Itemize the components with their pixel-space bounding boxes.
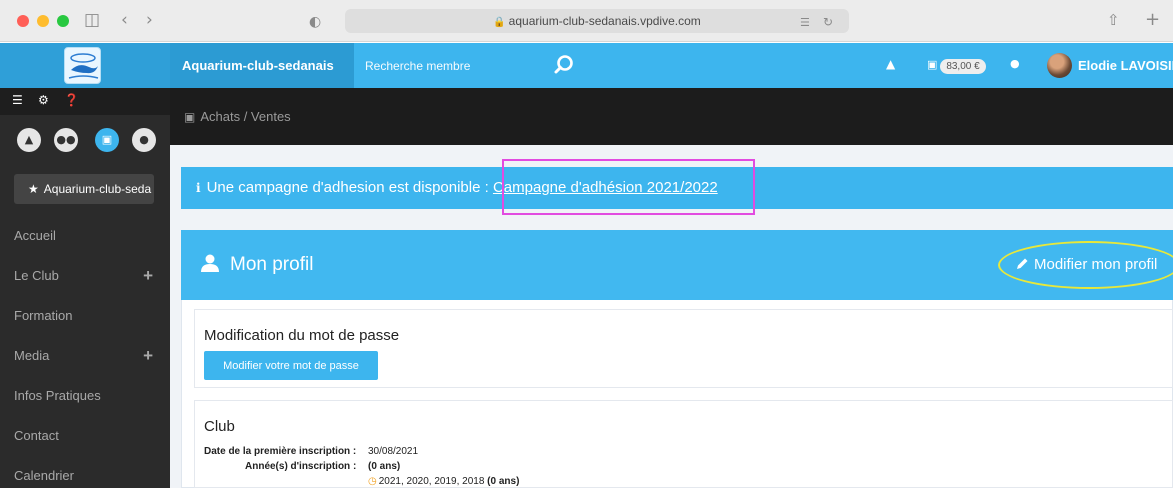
back-icon[interactable]: ‹: [121, 10, 128, 30]
zoom-window-button[interactable]: [57, 15, 69, 27]
help-icon[interactable]: ❓: [64, 93, 79, 107]
address-bar[interactable]: 🔒 aquarium-club-sedanais.vpdive.com ☰ ↻: [345, 9, 849, 33]
first-registration-value: 30/08/2021: [368, 446, 419, 457]
lock-icon: 🔒: [493, 17, 506, 28]
first-registration-label: Date de la première inscription :: [204, 446, 357, 457]
alert-text: Une campagne d'adhesion est disponible :: [206, 179, 489, 196]
club-button[interactable]: ★ Aquarium-club-seda: [14, 174, 154, 204]
gear-icon[interactable]: ⚙: [38, 93, 49, 107]
messages-icon[interactable]: ●: [1010, 57, 1020, 70]
sidebar: ☰ ⚙ ❓ ▲ ●● ▣ ● ★ Aquarium-club-seda Accue…: [0, 88, 170, 488]
sidebar-toggle-icon[interactable]: ◫: [84, 10, 100, 30]
password-section-title: Modification du mot de passe: [204, 327, 400, 344]
sidebar-item-le-club[interactable]: Le Club +: [0, 256, 170, 296]
registration-years-list: ◷ 2021, 2020, 2019, 2018 (0 ans): [368, 476, 520, 487]
privacy-shield-icon[interactable]: ◐: [309, 12, 321, 32]
forward-icon[interactable]: ›: [146, 10, 153, 30]
sidebar-item-media[interactable]: Media +: [0, 336, 170, 376]
sidebar-item-calendrier[interactable]: Calendrier: [0, 456, 170, 488]
highlight-rectangle: [502, 159, 755, 215]
info-icon: i: [196, 181, 201, 195]
avatar[interactable]: [1047, 53, 1072, 78]
user-name[interactable]: Elodie LAVOISIER: [1078, 43, 1173, 88]
breadcrumb: ▣ Achats / Ventes: [170, 88, 1173, 145]
minimize-window-button[interactable]: [37, 15, 49, 27]
cart-icon: ▣: [184, 110, 196, 124]
sidebar-chat-icon[interactable]: ●: [132, 128, 156, 152]
club-section-title: Club: [204, 418, 235, 435]
highlight-ellipse: [998, 241, 1173, 289]
url-text: aquarium-club-sedanais.vpdive.com: [508, 14, 701, 28]
clock-icon: ◷: [368, 476, 377, 487]
club-card: [194, 400, 1173, 488]
cart-icon[interactable]: ▣: [927, 58, 937, 71]
browser-toolbar: ◫ ‹ › ◐ 🔒 aquarium-club-sedanais.vpdive.c…: [0, 0, 1173, 42]
share-icon[interactable]: ⇧: [1107, 10, 1120, 30]
reload-icon[interactable]: ↻: [823, 12, 833, 32]
sidebar-bell-icon[interactable]: ▲: [17, 128, 41, 152]
notifications-bell-icon[interactable]: ▲: [886, 57, 895, 71]
profile-title: Mon profil: [200, 250, 313, 280]
sidebar-members-icon[interactable]: ●●: [54, 128, 78, 152]
expand-plus-icon[interactable]: +: [143, 256, 153, 296]
top-navbar: Aquarium-club-sedanais ▲ ▣ 83,00 € ● Elo…: [0, 43, 1173, 88]
member-search-input[interactable]: [355, 43, 580, 88]
sidebar-item-infos-pratiques[interactable]: Infos Pratiques: [0, 376, 170, 416]
registration-years-label: Année(s) d'inscription :: [245, 461, 357, 472]
logo-area: [0, 43, 170, 88]
sidebar-item-contact[interactable]: Contact: [0, 416, 170, 456]
sidebar-toolbar: ☰ ⚙ ❓: [0, 88, 170, 115]
close-window-button[interactable]: [17, 15, 29, 27]
brand-link[interactable]: Aquarium-club-sedanais: [170, 43, 354, 88]
cart-amount-badge[interactable]: 83,00 €: [940, 59, 986, 74]
sidebar-item-accueil[interactable]: Accueil: [0, 216, 170, 256]
club-logo[interactable]: [64, 47, 101, 84]
page-title: Achats / Ventes: [200, 109, 291, 124]
menu-icon[interactable]: ☰: [12, 93, 23, 107]
sidebar-item-formation[interactable]: Formation: [0, 296, 170, 336]
translate-icon[interactable]: ☰: [800, 13, 810, 33]
user-icon: [201, 254, 219, 272]
new-tab-icon[interactable]: +: [1145, 10, 1160, 30]
change-password-button[interactable]: Modifier votre mot de passe: [204, 351, 378, 380]
expand-plus-icon[interactable]: +: [143, 336, 153, 376]
sidebar-cart-icon[interactable]: ▣: [95, 128, 119, 152]
search-icon[interactable]: [553, 54, 575, 76]
star-icon: ★: [28, 182, 39, 196]
registration-years-value: (0 ans): [368, 461, 401, 472]
